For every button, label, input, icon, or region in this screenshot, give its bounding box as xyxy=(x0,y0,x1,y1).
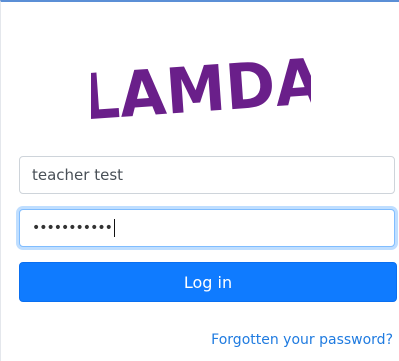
username-field[interactable]: teacher test xyxy=(19,156,395,194)
logo-container: LAMDA xyxy=(1,44,399,124)
password-masked-value: ••••••••••• xyxy=(32,220,113,236)
text-caret xyxy=(113,219,115,237)
lamda-logo: LAMDA xyxy=(91,44,311,124)
forgot-password-link[interactable]: Forgotten your password? xyxy=(211,332,393,348)
logo-text: LAMDA xyxy=(91,44,311,124)
login-panel: LAMDA teacher test ••••••••••• Log in Fo… xyxy=(0,0,399,361)
password-field[interactable]: ••••••••••• xyxy=(19,209,395,247)
username-value: teacher test xyxy=(32,166,124,184)
login-button[interactable]: Log in xyxy=(19,262,397,302)
login-button-label: Log in xyxy=(183,272,233,292)
